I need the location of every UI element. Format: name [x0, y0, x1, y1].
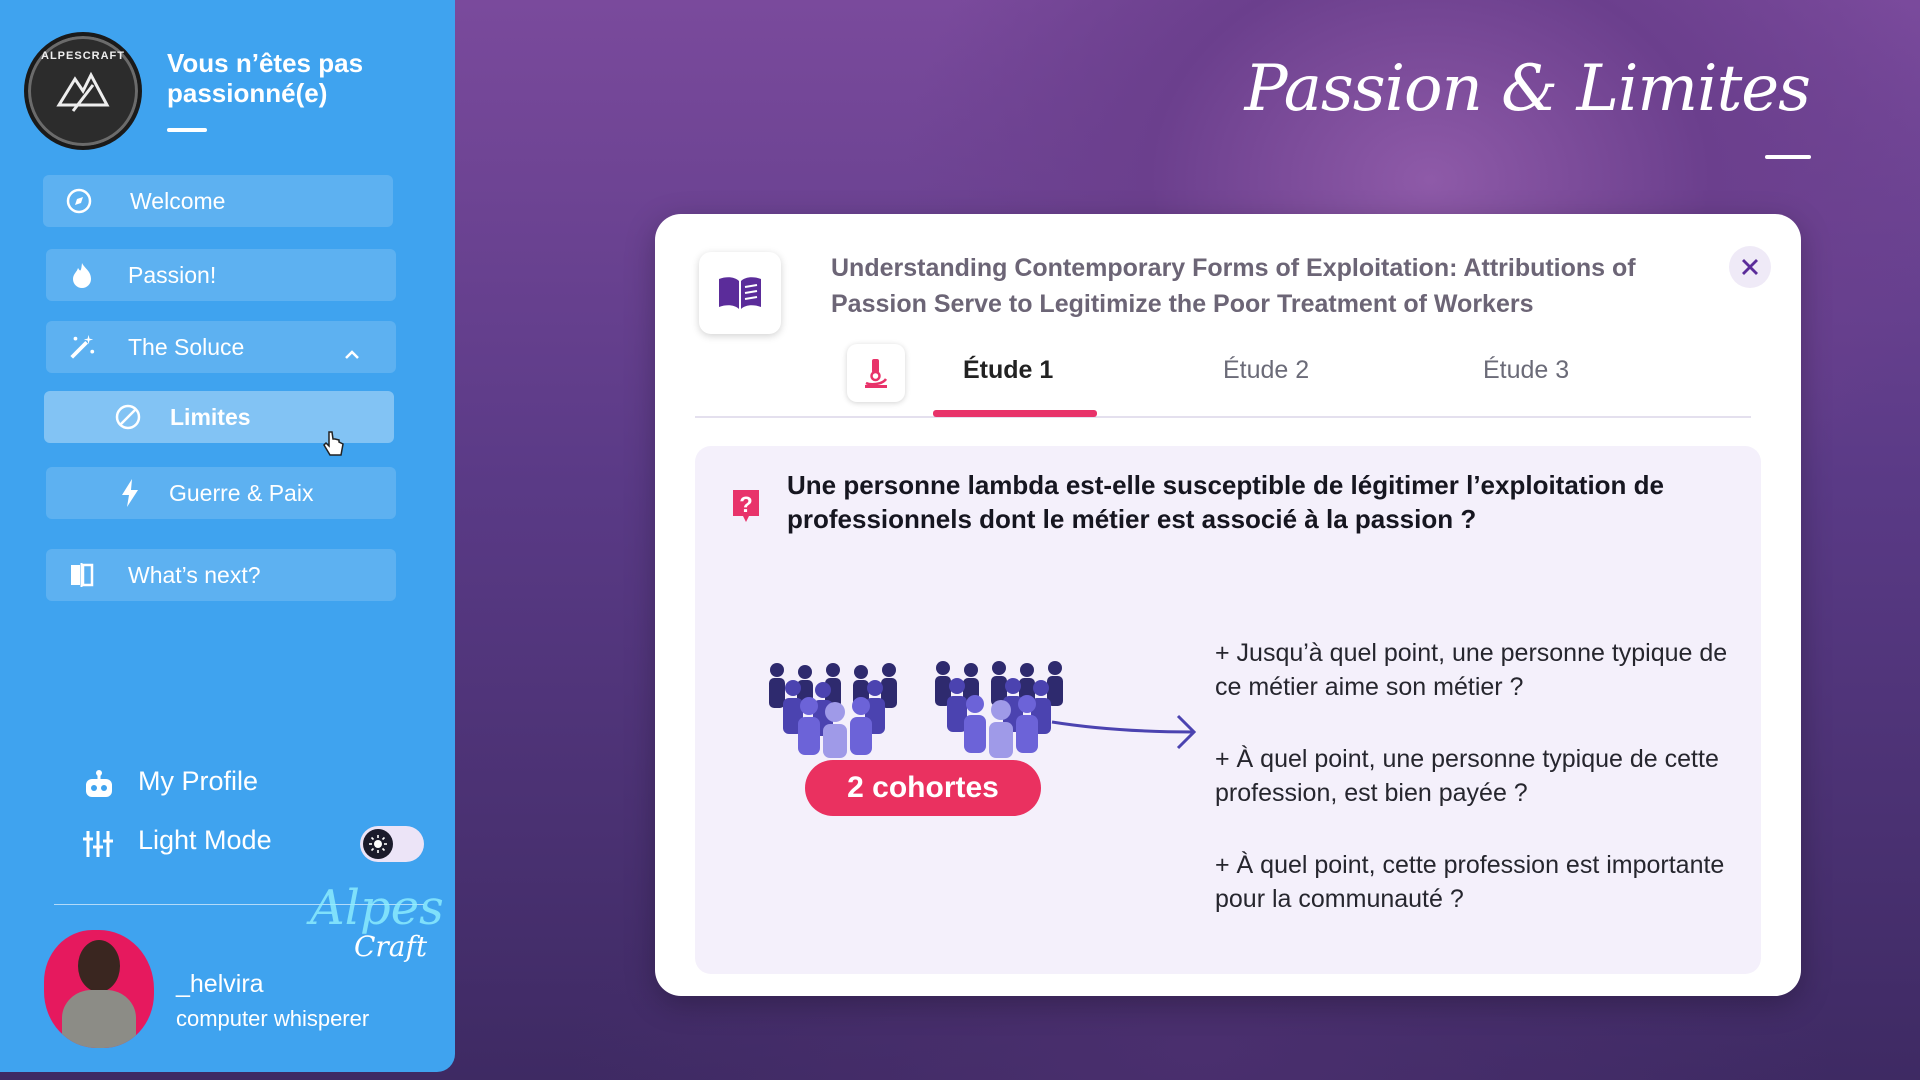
light-mode-toggle[interactable]: [360, 826, 424, 862]
study-card: Understanding Contemporary Forms of Expl…: [655, 214, 1801, 996]
question-panel: ? Une personne lambda est-elle susceptib…: [695, 446, 1761, 974]
nav-label-the-soluce: The Soluce: [128, 333, 245, 360]
nav-item-the-soluce[interactable]: The Soluce: [46, 321, 396, 373]
bolt-icon: [116, 479, 144, 507]
sun-icon: [363, 829, 393, 859]
nav-label-whats-next: What’s next?: [128, 561, 261, 588]
my-profile-link[interactable]: My Profile: [82, 766, 258, 807]
page-title-underline: [1765, 155, 1811, 159]
tab-etude-3[interactable]: Étude 3: [1483, 356, 1569, 385]
logo-text: ALPESCRAFT: [41, 50, 125, 62]
question-points: + Jusqu’à quel point, une personne typiq…: [1215, 636, 1735, 954]
point-1: + Jusqu’à quel point, une personne typiq…: [1215, 639, 1728, 701]
nav-label-guerre-paix: Guerre & Paix: [169, 479, 314, 506]
light-mode-label: Light Mode: [138, 825, 272, 855]
signature-line-2: Craft: [354, 930, 428, 963]
tab-etude-1[interactable]: Étude 1: [963, 356, 1053, 385]
question-icon: ?: [731, 488, 761, 529]
active-tab-indicator: [933, 410, 1097, 417]
alpescraft-logo[interactable]: ALPESCRAFT: [24, 32, 142, 150]
close-icon: [1742, 259, 1758, 275]
card-title: Understanding Contemporary Forms of Expl…: [831, 254, 1636, 318]
page-title: Passion & Limites: [1244, 52, 1811, 126]
user-role: computer whisperer: [176, 1006, 370, 1031]
my-profile-label: My Profile: [138, 766, 259, 796]
nav-label-limites: Limites: [170, 403, 251, 430]
people-group-icon: [769, 661, 1063, 758]
sidebar-title: Vous n’êtes pas passionné(e): [167, 48, 364, 108]
ban-icon: [114, 403, 142, 431]
nav-item-guerre-paix[interactable]: Guerre & Paix: [46, 467, 396, 519]
chevron-up-icon[interactable]: [344, 339, 360, 366]
light-mode-row: Light Mode: [82, 825, 272, 866]
nav-item-passion[interactable]: Passion!: [46, 249, 396, 301]
nav-label-welcome: Welcome: [130, 187, 226, 214]
book-split-icon: [68, 561, 96, 589]
arrow-right-icon: [1051, 714, 1197, 750]
avatar[interactable]: [44, 930, 154, 1048]
svg-text:?: ?: [739, 492, 752, 517]
point-2: + À quel point, une personne typique de …: [1215, 745, 1719, 807]
tab-etude-2[interactable]: Étude 2: [1223, 356, 1309, 385]
avatar-head: [78, 940, 120, 992]
compass-icon: [65, 187, 93, 215]
magic-wand-icon: [68, 333, 96, 361]
title-underline: [167, 128, 207, 132]
mountain-icon: [56, 71, 110, 112]
sidebar: ALPESCRAFT Vous n’êtes pas passionné(e) …: [0, 0, 455, 1072]
nav-item-whats-next[interactable]: What’s next?: [46, 549, 396, 601]
cohorts-badge: 2 cohortes: [805, 760, 1041, 816]
nav-label-passion: Passion!: [128, 261, 217, 288]
study-question: Une personne lambda est-elle susceptible…: [787, 470, 1665, 534]
avatar-body: [62, 990, 136, 1048]
robot-icon: [82, 770, 116, 807]
tabs-divider: [695, 416, 1751, 418]
nav-item-welcome[interactable]: Welcome: [43, 175, 393, 227]
user-name: _helvira: [176, 970, 264, 998]
microscope-icon: [847, 344, 905, 402]
book-open-icon: [699, 252, 781, 334]
flame-icon: [68, 261, 96, 289]
hand-cursor-icon: [322, 430, 346, 463]
point-3: + À quel point, cette profession est imp…: [1215, 851, 1725, 913]
sliders-icon: [82, 829, 114, 866]
close-button[interactable]: [1729, 246, 1771, 288]
signature-line-1: Alpes: [310, 880, 444, 936]
